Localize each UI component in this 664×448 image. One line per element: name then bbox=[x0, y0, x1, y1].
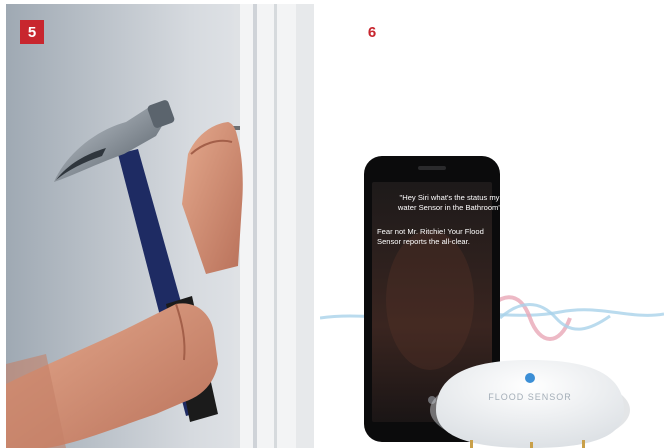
panel-number-6: 6 bbox=[367, 23, 377, 41]
panel-number-5: 5 bbox=[20, 20, 44, 44]
door-frame bbox=[234, 4, 314, 448]
hammer-photo bbox=[6, 4, 314, 448]
flood-sensor bbox=[430, 360, 630, 448]
phone-speaker bbox=[418, 166, 446, 170]
siri-reply-text: Fear not Mr. Ritchie! Your Flood Sensor … bbox=[377, 227, 484, 246]
siri-query-text: "Hey Siri what's the status my water Sen… bbox=[397, 193, 502, 212]
sensor-led-icon bbox=[525, 373, 535, 383]
siri-photo-illustration bbox=[320, 156, 664, 448]
siri-photo bbox=[320, 0, 664, 448]
hammer-photo-illustration bbox=[6, 4, 314, 448]
sensor-label: FLOOD SENSOR bbox=[488, 392, 572, 402]
